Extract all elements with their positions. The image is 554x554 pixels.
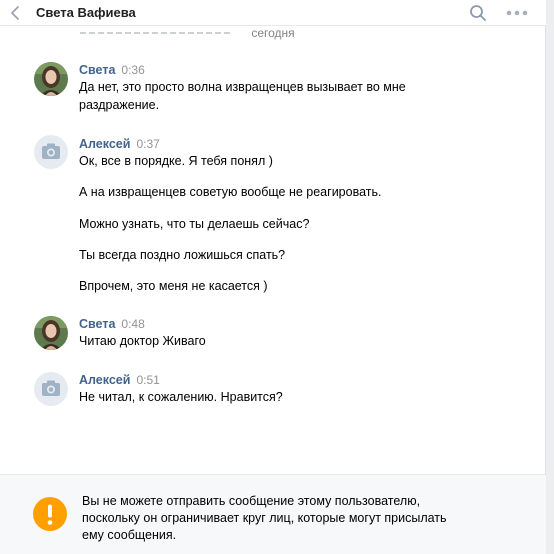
message-text: Можно узнать, что ты делаешь сейчас? xyxy=(79,215,479,233)
message-line: Читаю доктор Живаго xyxy=(79,334,206,348)
chevron-left-icon xyxy=(11,6,19,20)
avatar[interactable] xyxy=(34,372,68,406)
message-line: Можно узнать, что ты делаешь сейчас? xyxy=(79,217,310,231)
message-author[interactable]: Света 0:48 xyxy=(79,317,145,331)
camera-icon xyxy=(42,380,60,396)
warning-icon xyxy=(33,497,67,531)
dialog-title[interactable]: Света Вафиева xyxy=(36,5,136,20)
avatar[interactable] xyxy=(34,62,68,96)
blocked-notice-text: Вы не можете отправить сообщение этому п… xyxy=(82,493,502,544)
message-author[interactable]: Алексей 0:51 xyxy=(79,373,160,387)
message-text: Впрочем, это меня не касается ) xyxy=(79,277,479,295)
search-icon xyxy=(470,5,486,21)
message-text: А на извращенцев советую вообще не реаги… xyxy=(79,183,479,201)
message-time[interactable]: 0:48 xyxy=(121,317,144,331)
message-time[interactable]: 0:37 xyxy=(136,137,159,151)
message-line: Не читал, к сожалению. Нравится? xyxy=(79,390,283,404)
author-name[interactable]: Алексей xyxy=(79,373,130,387)
notice-line: ему сообщения. xyxy=(82,528,177,542)
camera-icon xyxy=(42,143,60,159)
message-text: Ты всегда поздно ложишься спать? xyxy=(79,246,479,264)
author-name[interactable]: Света xyxy=(79,317,115,331)
avatar[interactable] xyxy=(34,135,68,169)
notice-line: Вы не можете отправить сообщение этому п… xyxy=(82,494,421,508)
message-text: Не читал, к сожалению. Нравится? xyxy=(79,388,479,406)
back-button[interactable] xyxy=(8,4,24,22)
user-photo-icon xyxy=(34,62,68,96)
message-line: Да нет, это просто волна извращенцев выз… xyxy=(79,80,406,94)
message-line: Ок, все в порядке. Я тебя понял ) xyxy=(79,154,273,168)
previous-message-remnant xyxy=(80,31,230,35)
message-text: Читаю доктор Живаго xyxy=(79,332,479,350)
message-time[interactable]: 0:51 xyxy=(136,373,159,387)
message-line: А на извращенцев советую вообще не реаги… xyxy=(79,185,382,199)
message-text: Да нет, это просто волна извращенцев выз… xyxy=(79,78,479,114)
search-button[interactable] xyxy=(468,3,488,23)
more-actions-button[interactable] xyxy=(505,3,531,23)
blocked-notice: Вы не можете отправить сообщение этому п… xyxy=(0,474,546,554)
message-text: Ок, все в порядке. Я тебя понял ) xyxy=(79,152,479,170)
avatar[interactable] xyxy=(34,316,68,350)
dialog-window: Света Вафиева сегодня Света 0:36 Да нет,… xyxy=(0,0,546,554)
user-photo-icon xyxy=(34,316,68,350)
message-author[interactable]: Алексей 0:37 xyxy=(79,137,160,151)
author-name[interactable]: Алексей xyxy=(79,137,130,151)
message-line: раздражение. xyxy=(79,98,160,112)
notice-line: поскольку он ограничивает круг лиц, кото… xyxy=(82,511,447,525)
message-author[interactable]: Света 0:36 xyxy=(79,63,145,77)
message-time[interactable]: 0:36 xyxy=(121,63,144,77)
message-line: Ты всегда поздно ложишься спать? xyxy=(79,248,286,262)
date-separator: сегодня xyxy=(236,26,310,40)
message-line: Впрочем, это меня не касается ) xyxy=(79,279,268,293)
more-dots-icon xyxy=(506,10,528,16)
dialog-header: Света Вафиева xyxy=(0,0,546,26)
author-name[interactable]: Света xyxy=(79,63,115,77)
